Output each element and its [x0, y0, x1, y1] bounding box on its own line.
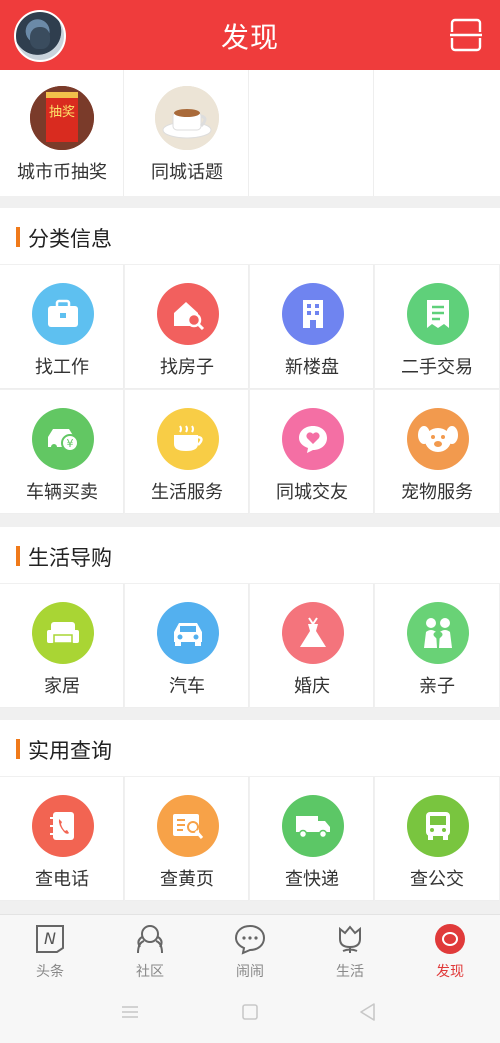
grid-item-label: 查电话: [35, 869, 89, 890]
grid-item-pet-service[interactable]: 宠物服务: [375, 390, 499, 514]
tab-label: 社区: [136, 964, 164, 980]
section-title: 生活导购: [28, 546, 112, 570]
grid-item-label: 查黄页: [160, 869, 214, 890]
dress-icon: [282, 602, 344, 664]
grid-item-label: 找工作: [35, 357, 89, 378]
bottom-tab-bar: N 头条 社区 闹闹 生活 发现: [0, 914, 500, 984]
car-icon: [157, 602, 219, 664]
system-nav-bar: [0, 984, 500, 1043]
grid-item-new-building[interactable]: 新楼盘: [250, 265, 374, 389]
svg-text:N: N: [44, 929, 56, 948]
tab-label: 发现: [436, 964, 464, 980]
top-header: 发现: [0, 0, 500, 70]
tab-label: 闹闹: [236, 964, 264, 980]
tab-community[interactable]: 社区: [100, 915, 200, 985]
section-title: 分类信息: [28, 227, 112, 251]
page-title: 发现: [220, 21, 279, 54]
house-search-icon: [157, 283, 219, 345]
yellow-pages-icon: [157, 795, 219, 857]
svg-text:¥: ¥: [67, 437, 74, 450]
grid-item-find-house[interactable]: 找房子: [125, 265, 249, 389]
sofa-icon: [32, 602, 94, 664]
grid-item-label: 同城交友: [276, 482, 348, 503]
grid-item-dating[interactable]: 同城交友: [250, 390, 374, 514]
grid-item-phone[interactable]: 查电话: [0, 777, 124, 901]
grid-item-label: 查快递: [285, 869, 339, 890]
grid-item-label: 查公交: [410, 869, 464, 890]
tab-headlines[interactable]: N 头条: [0, 915, 100, 985]
grid-item-bus[interactable]: 查公交: [375, 777, 499, 901]
grid-item-yellow-pages[interactable]: 查黄页: [125, 777, 249, 901]
coffee-cup-icon: [157, 408, 219, 470]
topic-item[interactable]: 同城话题: [125, 70, 249, 196]
lottery-badge-text: 抽奖: [49, 105, 75, 120]
newspaper-n-icon: N: [36, 925, 64, 953]
tab-discover[interactable]: 发现: [400, 915, 500, 985]
lottery-image: 抽奖: [30, 86, 94, 150]
community-icon: [137, 925, 163, 954]
grid-item-label: 宠物服务: [401, 482, 473, 503]
grid-item-car[interactable]: 汽车: [125, 584, 249, 708]
grid-item-wedding[interactable]: 婚庆: [250, 584, 374, 708]
empty-cell: [250, 70, 374, 196]
grid-item-car-trade[interactable]: ¥ 车辆买卖: [0, 390, 124, 514]
flower-icon: [339, 925, 361, 953]
parent-child-icon: [407, 602, 469, 664]
grid-item-label: 家居: [44, 676, 80, 697]
topic-label: 同城话题: [151, 162, 223, 183]
briefcase-icon: [32, 283, 94, 345]
menu-icon[interactable]: [120, 1004, 140, 1020]
section-accent-bar: [16, 546, 20, 566]
lottery-item[interactable]: 抽奖 城市币抽奖: [0, 70, 124, 196]
section-accent-bar: [16, 739, 20, 759]
grid-item-parenting[interactable]: 亲子: [375, 584, 499, 708]
tab-label: 生活: [336, 964, 364, 980]
section-header-shopping: 生活导购: [0, 527, 500, 583]
grid-item-second-hand[interactable]: 二手交易: [375, 265, 499, 389]
heart-chat-icon: [282, 408, 344, 470]
discover-icon: [435, 924, 465, 954]
grid-item-home[interactable]: 家居: [0, 584, 124, 708]
grid-item-label: 生活服务: [151, 482, 223, 503]
tab-label: 头条: [36, 964, 64, 980]
section-header-lookup: 实用查询: [0, 720, 500, 776]
truck-icon: [282, 795, 344, 857]
car-yen-icon: ¥: [32, 408, 94, 470]
grid-item-label: 车辆买卖: [26, 482, 98, 503]
empty-cell: [375, 70, 499, 196]
grid-item-life-service[interactable]: 生活服务: [125, 390, 249, 514]
back-icon[interactable]: [358, 1002, 376, 1022]
topic-image: [155, 86, 219, 150]
home-icon[interactable]: [241, 1003, 259, 1021]
dog-icon: [407, 408, 469, 470]
building-icon: [282, 283, 344, 345]
bus-icon: [407, 795, 469, 857]
grid-item-find-job[interactable]: 找工作: [0, 265, 124, 389]
tab-life[interactable]: 生活: [300, 915, 400, 985]
grid-item-label: 新楼盘: [285, 357, 339, 378]
grid-item-label: 婚庆: [294, 676, 330, 697]
chat-bubble-icon: [234, 924, 266, 955]
tab-chat[interactable]: 闹闹: [200, 915, 300, 985]
receipt-icon: [407, 283, 469, 345]
grid-item-label: 亲子: [419, 676, 455, 697]
section-header-classified: 分类信息: [0, 208, 500, 264]
grid-item-label: 汽车: [169, 676, 205, 697]
section-accent-bar: [16, 227, 20, 247]
grid-item-label: 找房子: [160, 357, 214, 378]
scan-icon[interactable]: [450, 18, 482, 52]
phone-book-icon: [32, 795, 94, 857]
grid-item-label: 二手交易: [401, 357, 473, 378]
grid-item-express[interactable]: 查快递: [250, 777, 374, 901]
section-title: 实用查询: [28, 739, 112, 763]
lottery-label: 城市币抽奖: [17, 162, 107, 183]
